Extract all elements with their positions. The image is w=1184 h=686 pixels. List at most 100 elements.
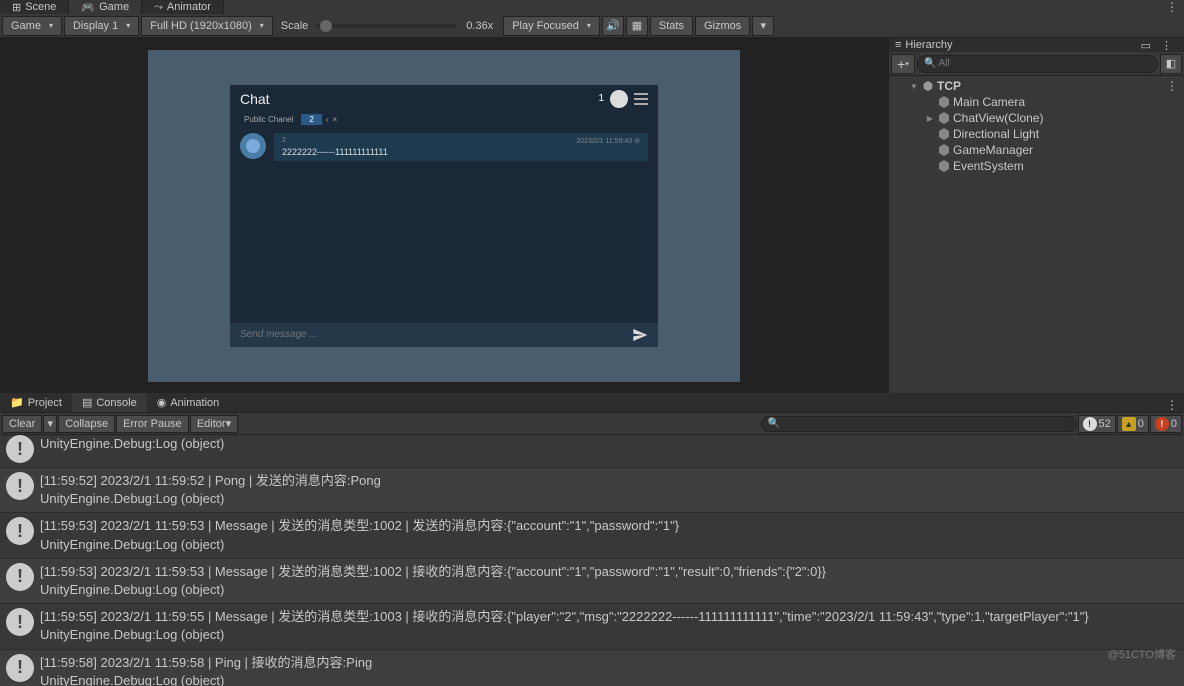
avatar (240, 133, 266, 159)
tree-label: GameManager (953, 143, 1033, 157)
tab-label: Game (99, 1, 129, 13)
tab-game[interactable]: 🎮 Game (69, 0, 142, 14)
chat-window: Chat 1 Public Chanel 2 ‹ × (230, 85, 658, 347)
info-icon: ! (6, 517, 34, 545)
flow-icon: ⤳ (154, 1, 163, 14)
tree-item[interactable]: Main Camera (889, 94, 1184, 110)
mute-button[interactable]: 🔊 (602, 16, 624, 36)
log-entry[interactable]: ! [11:59:55] 2023/2/1 11:59:55 | Message… (0, 604, 1184, 649)
tree-item[interactable]: EventSystem (889, 158, 1184, 174)
lock-icon[interactable]: ▭ (1141, 39, 1151, 52)
tab-overflow-menu[interactable]: ⋮ (1160, 0, 1184, 14)
log-entry[interactable]: ! [11:59:53] 2023/2/1 11:59:53 | Message… (0, 513, 1184, 558)
log-line: UnityEngine.Debug:Log (object) (40, 536, 679, 554)
tab-console[interactable]: ▤Console (72, 393, 147, 412)
scale-value: 0.36x (458, 20, 501, 32)
gizmos-button[interactable]: Gizmos (695, 16, 750, 36)
log-line: UnityEngine.Debug:Log (object) (40, 581, 826, 599)
tab-label: Scene (25, 1, 56, 13)
info-icon: ! (6, 608, 34, 636)
log-line: UnityEngine.Debug:Log (object) (40, 435, 224, 453)
tab-animator[interactable]: ⤳ Animator (142, 0, 224, 14)
gameobject-icon (937, 127, 951, 141)
chat-title: Chat (240, 91, 598, 107)
log-line: [11:59:55] 2023/2/1 11:59:55 | Message |… (40, 608, 1089, 626)
tree-label: TCP (937, 79, 961, 93)
hierarchy-search[interactable]: 🔍All (917, 55, 1158, 73)
tree-label: ChatView(Clone) (953, 111, 1044, 125)
log-line: [11:59:53] 2023/2/1 11:59:53 | Message |… (40, 517, 679, 535)
stats-button[interactable]: Stats (650, 16, 693, 36)
avatar[interactable] (610, 90, 628, 108)
log-line: UnityEngine.Debug:Log (object) (40, 626, 1089, 644)
bottom-tab-menu[interactable]: ⋮ (1160, 398, 1184, 412)
gameobject-icon (937, 143, 951, 157)
chat-tab-private[interactable]: 2 (301, 114, 321, 125)
fold-icon[interactable]: ▼ (909, 82, 919, 91)
log-entry[interactable]: ! UnityEngine.Debug:Log (object) (0, 435, 1184, 468)
chat-tab-public[interactable]: Public Chanel (240, 114, 297, 125)
warn-count-badge[interactable]: ▲0 (1117, 415, 1149, 433)
scale-slider[interactable] (316, 24, 456, 28)
hierarchy-icon: ≡ (895, 39, 901, 51)
collapse-button[interactable]: Collapse (58, 415, 115, 433)
gizmos-dropdown[interactable]: ▾ (752, 16, 774, 36)
clear-dropdown[interactable]: ▾ (43, 415, 57, 433)
tree-label: EventSystem (953, 159, 1024, 173)
log-line: [11:59:52] 2023/2/1 11:59:52 | Pong | 发送… (40, 472, 381, 490)
hierarchy-filter[interactable]: ◧ (1160, 54, 1182, 74)
folder-icon: 📁 (10, 396, 24, 409)
tab-label: Animator (167, 1, 211, 13)
hierarchy-title: Hierarchy (905, 39, 952, 51)
userlist-icon[interactable] (634, 93, 648, 105)
chat-user-count: 1 (598, 93, 604, 104)
tab-label: Animation (170, 397, 219, 409)
hierarchy-menu[interactable]: ⋮ (1155, 39, 1178, 52)
game-view: Chat 1 Public Chanel 2 ‹ × (0, 38, 888, 393)
tab-animation[interactable]: ◉Animation (147, 393, 230, 412)
fold-icon[interactable]: ▶ (925, 114, 935, 123)
console-log-list[interactable]: ! UnityEngine.Debug:Log (object) ! [11:5… (0, 435, 1184, 686)
log-entry[interactable]: ! [11:59:53] 2023/2/1 11:59:53 | Message… (0, 559, 1184, 604)
watermark: @51CTO博客 (1108, 646, 1176, 662)
error-icon: ! (1155, 417, 1169, 431)
chevron-left-icon[interactable]: ‹ (326, 115, 329, 124)
scene-menu[interactable]: ⋮ (1160, 79, 1184, 93)
send-icon[interactable] (632, 327, 648, 343)
error-count-badge[interactable]: !0 (1150, 415, 1182, 433)
search-icon: 🔍 (768, 418, 780, 429)
tree-item[interactable]: ▶ ChatView(Clone) (889, 110, 1184, 126)
add-button[interactable]: +▾ (891, 54, 915, 74)
error-pause-button[interactable]: Error Pause (116, 415, 189, 433)
log-entry[interactable]: ! [11:59:52] 2023/2/1 11:59:52 | Pong | … (0, 468, 1184, 513)
scale-label: Scale (275, 20, 315, 32)
gameobject-icon (937, 95, 951, 109)
tree-item[interactable]: GameManager (889, 142, 1184, 158)
tab-scene[interactable]: ⊞ Scene (0, 0, 69, 14)
clear-button[interactable]: Clear (2, 415, 42, 433)
close-icon[interactable]: × (333, 115, 338, 124)
game-mode-dropdown[interactable]: Game (2, 16, 62, 36)
play-focused-dropdown[interactable]: Play Focused (503, 16, 600, 36)
resolution-dropdown[interactable]: Full HD (1920x1080) (141, 16, 273, 36)
grid-icon: ⊞ (12, 1, 21, 14)
gamepad-icon: 🎮 (81, 1, 95, 14)
aspect-button[interactable]: ▦ (626, 16, 648, 36)
tree-label: Directional Light (953, 127, 1039, 141)
tab-label: Project (28, 397, 62, 409)
console-search[interactable]: 🔍 (761, 416, 1077, 432)
log-entry[interactable]: ! [11:59:58] 2023/2/1 11:59:58 | Ping | … (0, 650, 1184, 686)
info-count-badge[interactable]: !52 (1078, 415, 1116, 433)
tab-project[interactable]: 📁 Project (0, 393, 72, 412)
info-icon: ! (6, 654, 34, 682)
editor-dropdown[interactable]: Editor ▾ (190, 415, 238, 433)
search-icon: 🔍 (924, 58, 936, 69)
chat-input[interactable] (240, 329, 632, 340)
tree-item[interactable]: Directional Light (889, 126, 1184, 142)
info-icon: ! (6, 472, 34, 500)
animation-icon: ◉ (157, 396, 167, 409)
display-dropdown[interactable]: Display 1 (64, 16, 139, 36)
scene-root[interactable]: ▼ ⬢ TCP ⋮ (889, 78, 1184, 94)
gameobject-icon (937, 111, 951, 125)
msg-text: 2222222------111111111111 (282, 147, 640, 157)
